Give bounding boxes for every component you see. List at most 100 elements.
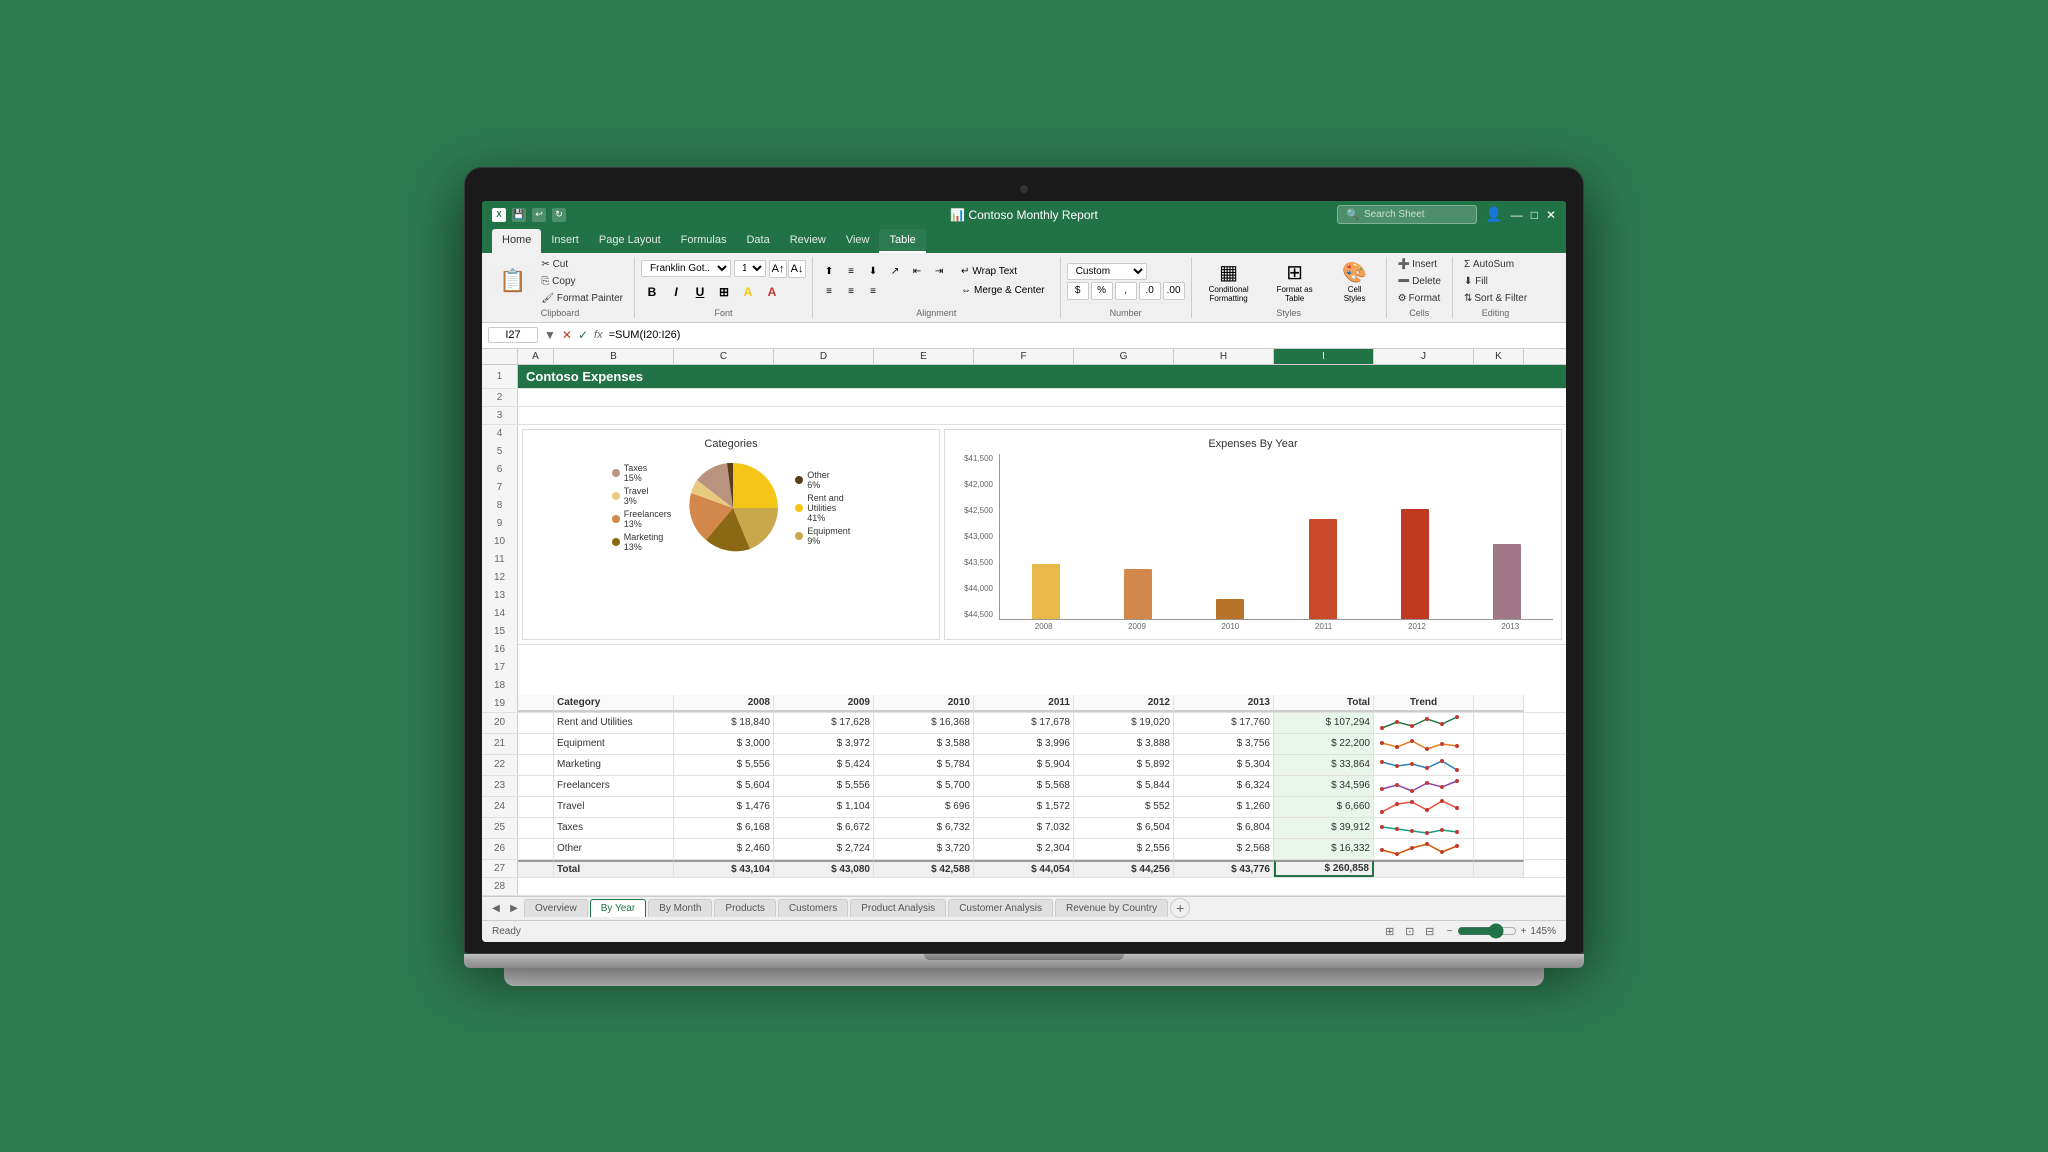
format-button[interactable]: ⚙ Format	[1393, 291, 1446, 306]
cell-21-g[interactable]: $ 3,888	[1074, 734, 1174, 754]
cell-styles-button[interactable]: 🎨 Cell Styles	[1330, 257, 1380, 306]
cell-19-a[interactable]	[518, 695, 554, 712]
cell-25-b[interactable]: Taxes	[554, 818, 674, 838]
italic-button[interactable]: I	[665, 281, 687, 303]
cell-23-j[interactable]	[1374, 776, 1474, 796]
format-painter-button[interactable]: 🖌 Format Painter	[536, 291, 628, 306]
font-family-select[interactable]: Franklin Got...	[641, 260, 731, 277]
autosum-button[interactable]: Σ AutoSum	[1459, 257, 1532, 272]
cell-21-d[interactable]: $ 3,972	[774, 734, 874, 754]
formula-input[interactable]	[609, 329, 1560, 341]
cell-27-j[interactable]	[1374, 860, 1474, 877]
cell-27-g[interactable]: $ 44,256	[1074, 860, 1174, 877]
redo-button[interactable]: ↻	[552, 208, 566, 222]
cell-24-h[interactable]: $ 1,260	[1174, 797, 1274, 817]
align-bottom-button[interactable]: ⬇	[863, 262, 883, 280]
cell-24-e[interactable]: $ 696	[874, 797, 974, 817]
fill-button[interactable]: ⬇ Fill	[1459, 274, 1532, 289]
cell-22-g[interactable]: $ 5,892	[1074, 755, 1174, 775]
decrease-decimal-button[interactable]: .00	[1163, 282, 1185, 300]
sheet-tab-customers[interactable]: Customers	[778, 899, 848, 917]
cell-20-k[interactable]	[1474, 713, 1524, 733]
cell-23-a[interactable]	[518, 776, 554, 796]
col-header-b[interactable]: A	[518, 349, 554, 364]
maximize-button[interactable]: □	[1531, 208, 1538, 222]
cell-21-b[interactable]: Equipment	[554, 734, 674, 754]
cell-26-k[interactable]	[1474, 839, 1524, 859]
cell-20-a[interactable]	[518, 713, 554, 733]
align-right-button[interactable]: ≡	[863, 282, 883, 300]
cell-24-g[interactable]: $ 552	[1074, 797, 1174, 817]
cell-20-c[interactable]: $ 18,840	[674, 713, 774, 733]
cell-22-k[interactable]	[1474, 755, 1524, 775]
col-header-e[interactable]: D	[774, 349, 874, 364]
cell-25-j[interactable]	[1374, 818, 1474, 838]
cell-27-b[interactable]: Total	[554, 860, 674, 877]
cell-23-d[interactable]: $ 5,556	[774, 776, 874, 796]
align-center-button[interactable]: ≡	[841, 282, 861, 300]
align-left-button[interactable]: ≡	[819, 282, 839, 300]
cell-27-h[interactable]: $ 43,776	[1174, 860, 1274, 877]
sheet-tab-revenue-country[interactable]: Revenue by Country	[1055, 899, 1168, 917]
sheet-tab-customer-analysis[interactable]: Customer Analysis	[948, 899, 1053, 917]
save-button[interactable]: 💾	[512, 208, 526, 222]
cell-20-e[interactable]: $ 16,368	[874, 713, 974, 733]
cell-25-d[interactable]: $ 6,672	[774, 818, 874, 838]
cell-22-i[interactable]: $ 33,864	[1274, 755, 1374, 775]
sheet-tab-product-analysis[interactable]: Product Analysis	[850, 899, 946, 917]
minimize-button[interactable]: —	[1511, 208, 1523, 222]
expand-formula-button[interactable]: ▼	[544, 328, 556, 342]
add-sheet-button[interactable]: +	[1170, 898, 1190, 918]
sort-filter-button[interactable]: ⇅ Sort & Filter	[1459, 291, 1532, 306]
tab-page-layout[interactable]: Page Layout	[589, 229, 671, 253]
cell-21-i[interactable]: $ 22,200	[1274, 734, 1374, 754]
font-color-button[interactable]: A	[761, 281, 783, 303]
tab-insert[interactable]: Insert	[541, 229, 589, 253]
shrink-font-button[interactable]: A↓	[788, 260, 806, 278]
cell-20-h[interactable]: $ 17,760	[1174, 713, 1274, 733]
cell-26-e[interactable]: $ 3,720	[874, 839, 974, 859]
cell-22-a[interactable]	[518, 755, 554, 775]
cut-button[interactable]: ✂ Cut	[536, 257, 628, 272]
text-direction-button[interactable]: ↗	[885, 262, 905, 280]
cancel-formula-button[interactable]: ✕	[562, 328, 572, 342]
bold-button[interactable]: B	[641, 281, 663, 303]
col-header-d[interactable]: C	[674, 349, 774, 364]
page-layout-view-button[interactable]: ⊡	[1401, 922, 1419, 940]
cell-26-i[interactable]: $ 16,332	[1274, 839, 1374, 859]
cell-26-g[interactable]: $ 2,556	[1074, 839, 1174, 859]
cell-19-c[interactable]: 2008	[674, 695, 774, 712]
cell-19-d[interactable]: 2009	[774, 695, 874, 712]
indent-increase-button[interactable]: ⇥	[929, 262, 949, 280]
fill-color-button[interactable]: A	[737, 281, 759, 303]
cell-19-j[interactable]: Trend	[1374, 695, 1474, 712]
sheet-tab-products[interactable]: Products	[714, 899, 775, 917]
sheet-tab-bymonth[interactable]: By Month	[648, 899, 712, 917]
cell-20-f[interactable]: $ 17,678	[974, 713, 1074, 733]
cell-27-k[interactable]	[1474, 860, 1524, 877]
cell-25-h[interactable]: $ 6,804	[1174, 818, 1274, 838]
cell-27-c[interactable]: $ 43,104	[674, 860, 774, 877]
sheet-tab-byyear[interactable]: By Year	[590, 899, 646, 917]
cell-25-i[interactable]: $ 39,912	[1274, 818, 1374, 838]
col-header-l[interactable]: K	[1474, 349, 1524, 364]
cell-23-b[interactable]: Freelancers	[554, 776, 674, 796]
col-header-k[interactable]: J	[1374, 349, 1474, 364]
zoom-in-icon[interactable]: +	[1521, 926, 1527, 937]
cell-20-i[interactable]: $ 107,294	[1274, 713, 1374, 733]
search-bar[interactable]: 🔍 Search Sheet	[1337, 205, 1477, 224]
cell-26-j[interactable]	[1374, 839, 1474, 859]
cell-19-i[interactable]: Total	[1274, 695, 1374, 712]
cell-22-d[interactable]: $ 5,424	[774, 755, 874, 775]
cell-23-h[interactable]: $ 6,324	[1174, 776, 1274, 796]
cell-22-e[interactable]: $ 5,784	[874, 755, 974, 775]
cell-reference-input[interactable]	[488, 327, 538, 343]
indent-decrease-button[interactable]: ⇤	[907, 262, 927, 280]
cell-23-e[interactable]: $ 5,700	[874, 776, 974, 796]
confirm-formula-button[interactable]: ✓	[578, 328, 588, 342]
cell-20-g[interactable]: $ 19,020	[1074, 713, 1174, 733]
zoom-out-icon[interactable]: −	[1447, 926, 1453, 937]
cell-19-b[interactable]: Category	[554, 695, 674, 712]
cell-19-h[interactable]: 2013	[1174, 695, 1274, 712]
cell-25-e[interactable]: $ 6,732	[874, 818, 974, 838]
